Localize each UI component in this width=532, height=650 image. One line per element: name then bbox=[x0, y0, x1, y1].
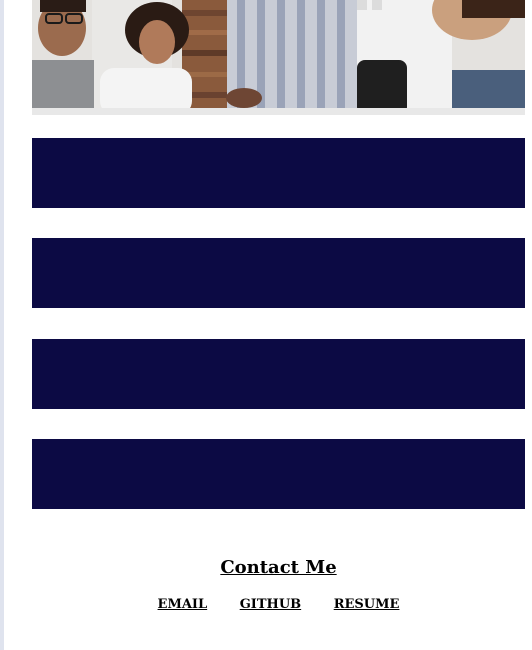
left-border bbox=[0, 0, 4, 650]
page: Contact Me EMAIL GITHUB RESUME bbox=[0, 0, 532, 650]
project-card-1[interactable] bbox=[32, 138, 525, 208]
team-meeting-illustration bbox=[32, 0, 525, 115]
github-link[interactable]: GITHUB bbox=[240, 597, 301, 612]
contact-section: Contact Me bbox=[32, 555, 525, 581]
hero-photo bbox=[32, 0, 525, 115]
contact-heading: Contact Me bbox=[220, 557, 337, 578]
project-card-3[interactable] bbox=[32, 339, 525, 409]
project-card-4[interactable] bbox=[32, 439, 525, 509]
project-card-2[interactable] bbox=[32, 238, 525, 308]
contact-links: EMAIL GITHUB RESUME bbox=[32, 597, 525, 612]
email-link[interactable]: EMAIL bbox=[158, 597, 208, 612]
resume-link[interactable]: RESUME bbox=[334, 597, 400, 612]
